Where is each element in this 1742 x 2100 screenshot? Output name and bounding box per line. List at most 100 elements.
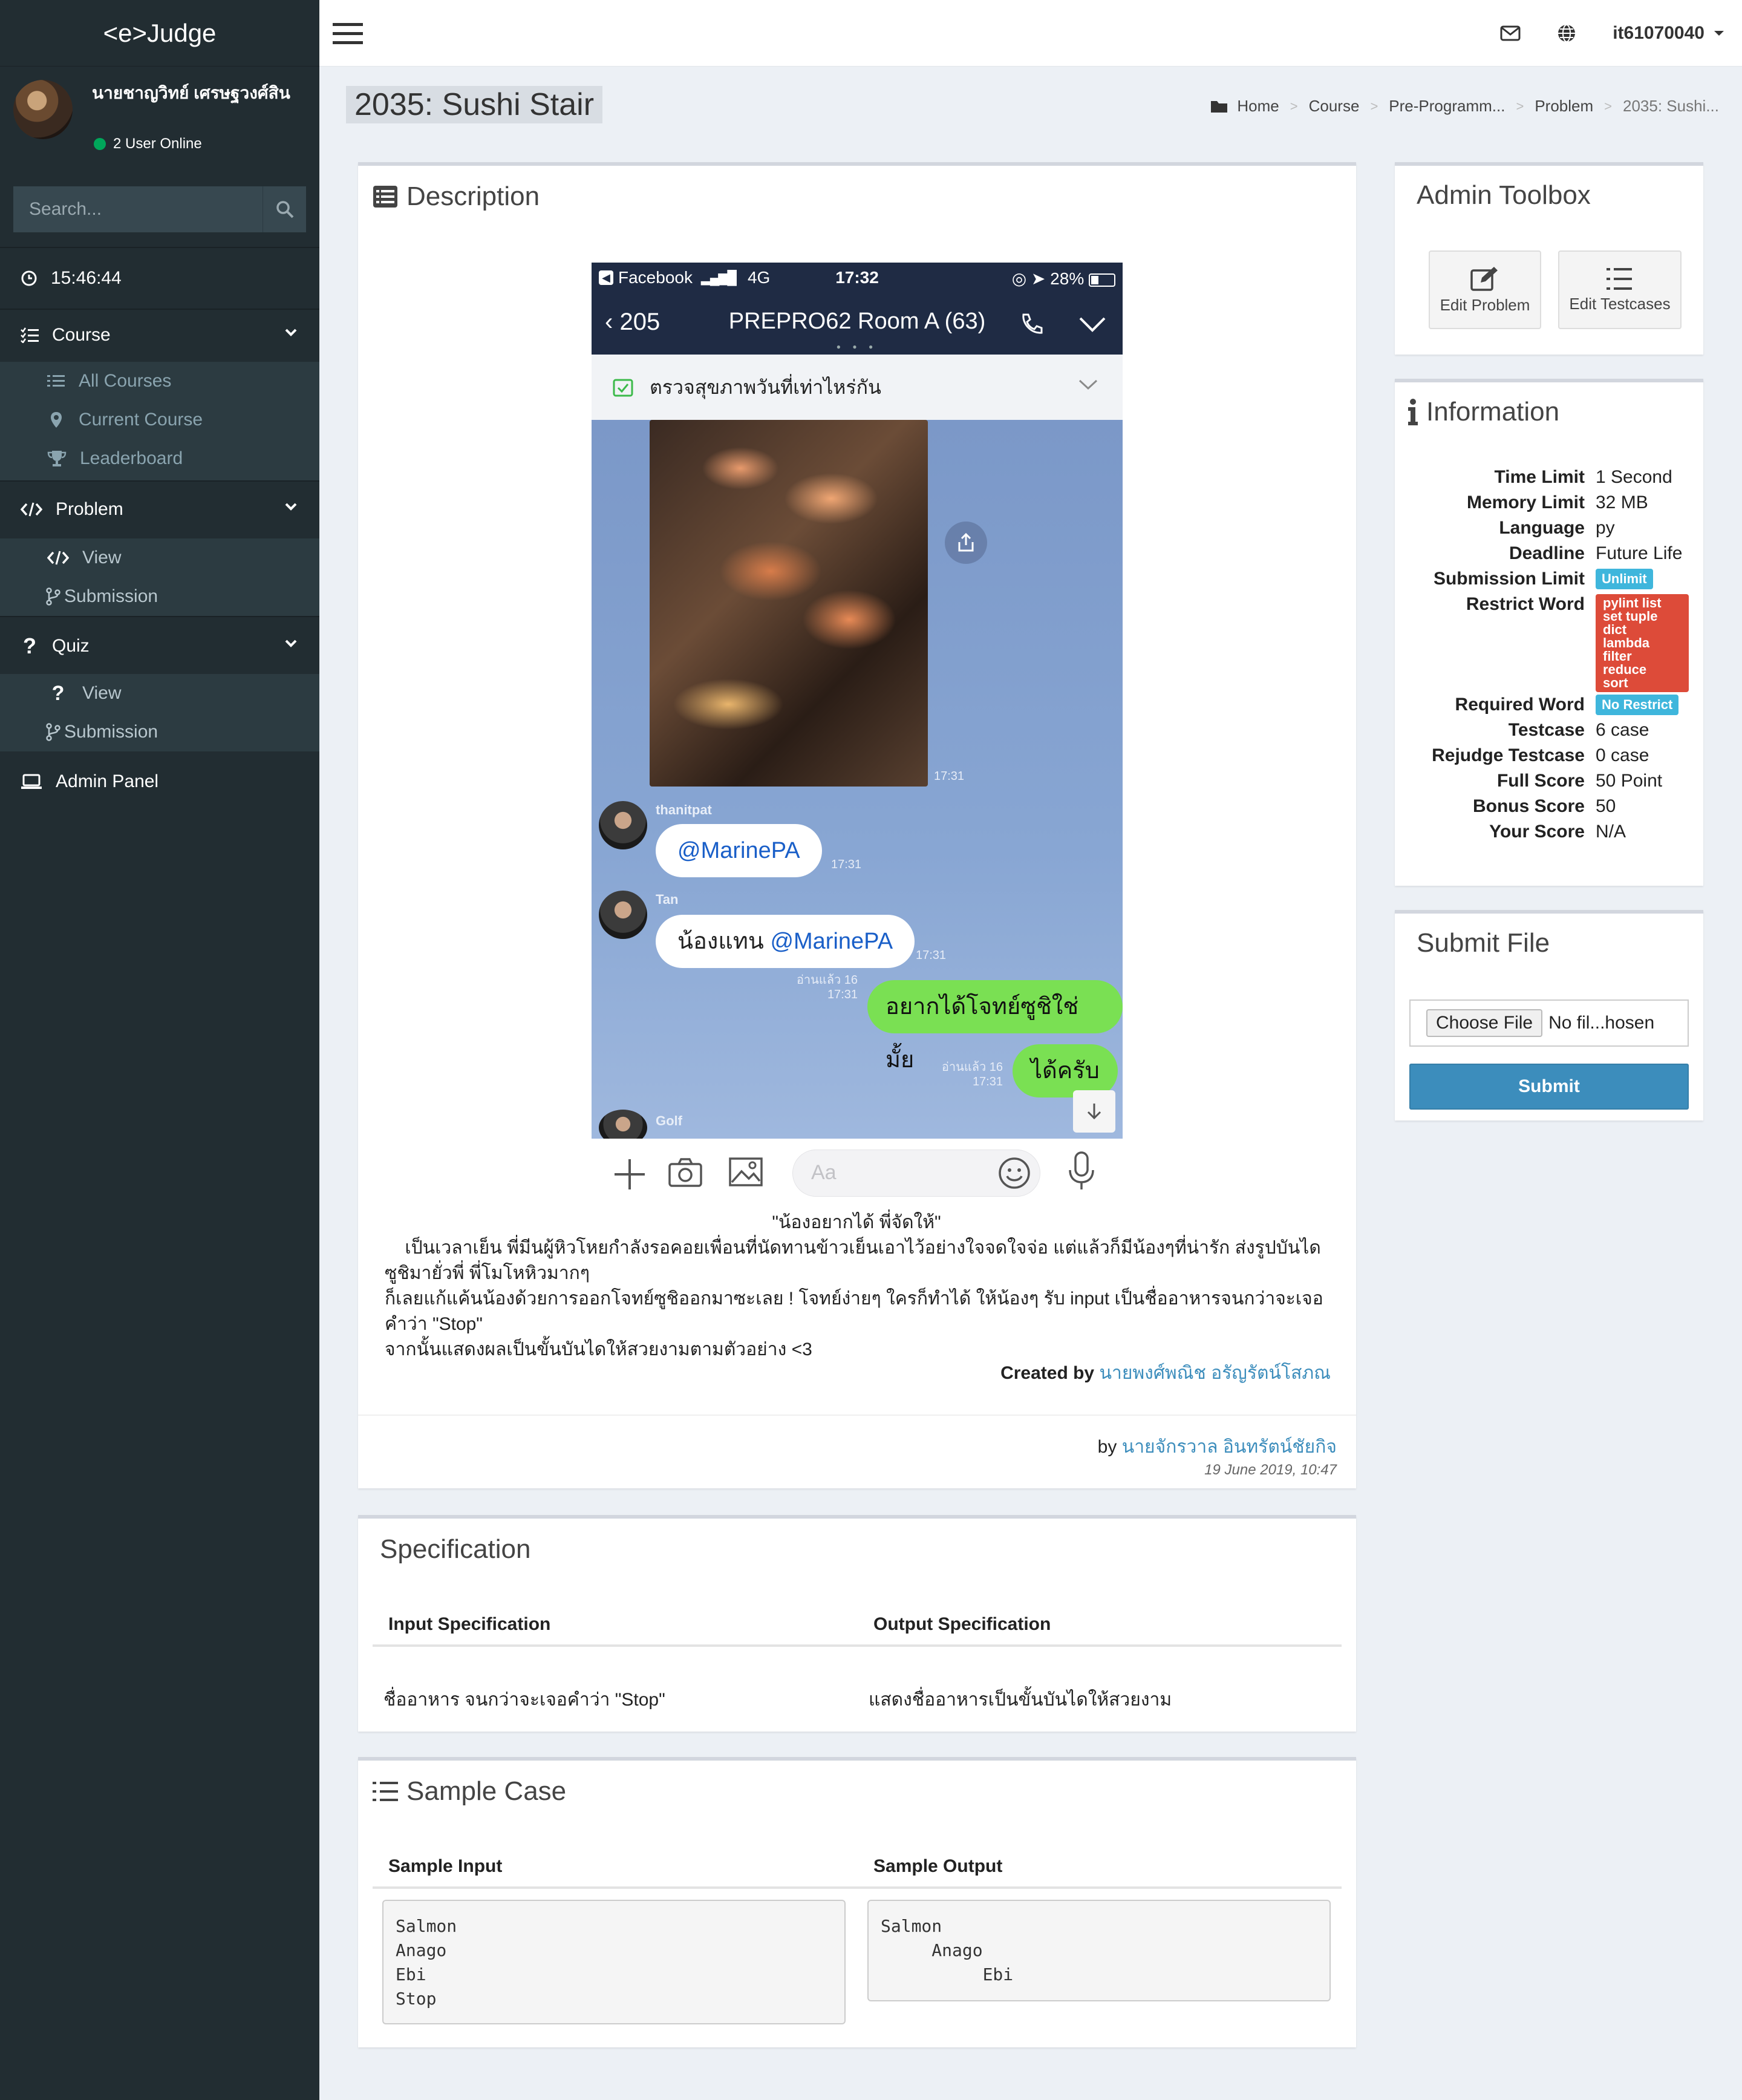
sidebar-item-quiz-view[interactable]: ? View — [0, 674, 319, 713]
course-submenu: All Courses Current Course Leaderboard — [0, 362, 319, 480]
sidebar-item-leaderboard[interactable]: Leaderboard — [0, 439, 319, 478]
info-row-testcase: Testcase 6 case — [1395, 720, 1703, 745]
statement-quote: "น้องอยากได้ พี่จัดให้" — [772, 1212, 941, 1232]
sidebar-item-label: Current Course — [79, 410, 203, 430]
description-box: Description ◀ Facebook ▂▄▆█ 4G 17:32 ◎ ➤… — [358, 162, 1356, 1488]
caret-down-icon — [1714, 31, 1724, 36]
breadcrumb-pre-programming[interactable]: Pre-Programm... — [1389, 97, 1505, 116]
chat-area: 17:31 thanitpat @MarinePA 17:31 Tan น้อง… — [592, 420, 1123, 1139]
breadcrumb: Home > Course > Pre-Programm... > Proble… — [1210, 97, 1719, 116]
specification-box: Specification Input Specification Output… — [358, 1515, 1356, 1732]
envelope-icon[interactable] — [1500, 25, 1521, 41]
sushi-photo — [650, 420, 928, 787]
choose-file-button[interactable]: Choose File — [1426, 1009, 1543, 1037]
info-row-your-score: Your Score N/A — [1395, 822, 1703, 847]
phone-status-right: ◎ ➤ 28% — [1012, 269, 1115, 289]
information-title: Information — [1426, 397, 1560, 427]
msg-time: 17:31 — [831, 858, 862, 871]
description-title: Description — [406, 182, 540, 211]
info-row-language: Language py — [1395, 518, 1703, 543]
username: it61070040 — [1613, 23, 1704, 43]
breadcrumb-home[interactable]: Home — [1237, 97, 1279, 116]
chat-text: น้องแทน — [677, 929, 771, 954]
output-spec-header: Output Specification — [873, 1614, 1051, 1634]
output-spec-text: แสดงชื่ออาหารเป็นขั้นบันไดให้สวยงาม — [869, 1690, 1172, 1710]
menu-course[interactable]: Course — [0, 311, 319, 359]
sample-case-title: Sample Case — [406, 1776, 567, 1806]
chat-sender: thanitpat — [656, 802, 712, 817]
sidebar: <e>Judge นายชาญวิทย์ เศรษฐวงศ์สิน 2 User… — [0, 0, 319, 2100]
info-row-required-word: Required Word No Restrict — [1395, 695, 1703, 720]
info-value: 32 MB — [1596, 492, 1648, 512]
chevron-down-icon — [285, 639, 297, 647]
sidebar-item-all-courses[interactable]: All Courses — [0, 362, 319, 401]
breadcrumb-current: 2035: Sushi... — [1623, 97, 1719, 115]
chat-notice: ตรวจสุขภาพวันที่เท่าไหร่กัน — [592, 355, 1123, 420]
clock-icon — [21, 270, 38, 287]
clock-time: 15:46:44 — [51, 268, 122, 288]
chat-bubble-out: อยากได้โจทย์ซูชิใช่มั้ย — [867, 980, 1123, 1073]
author-link[interactable]: นายจักรวาล อินทรัตน์ชัยกิจ — [1122, 1437, 1337, 1457]
breadcrumb-separator: > — [1370, 98, 1378, 114]
smiley-icon — [999, 1157, 1030, 1189]
info-key: Deadline — [1509, 543, 1585, 563]
edit-problem-button[interactable]: Edit Problem — [1429, 250, 1541, 329]
submit-file-title: Submit File — [1417, 928, 1550, 958]
description-header: Description — [373, 182, 540, 212]
sidebar-item-problem-view[interactable]: View — [0, 538, 319, 577]
sidebar-item-quiz-submission[interactable]: Submission — [0, 713, 319, 751]
search-input[interactable] — [13, 186, 263, 232]
info-value: py — [1596, 518, 1615, 538]
statement-paragraph: ก็เลยแก้แค้นน้องด้วยการออกโจทย์ซูชิออกมา… — [385, 1289, 1323, 1334]
post-date: 19 June 2019, 10:47 — [1204, 1462, 1337, 1478]
chat-mention: @MarinePA — [770, 929, 893, 954]
statement-paragraph: เป็นเวลาเย็น พี่มีนผู้หิวโหยกำลังรอคอยเพ… — [385, 1238, 1321, 1283]
search-button[interactable] — [263, 186, 306, 232]
table-divider — [373, 1886, 1342, 1889]
folder-icon — [1211, 100, 1228, 113]
breadcrumb-problem[interactable]: Problem — [1535, 97, 1593, 116]
sidebar-item-label: View — [82, 683, 122, 703]
menu-problem[interactable]: Problem — [0, 485, 319, 534]
creator-link[interactable]: นายพงศ์พณิช อรัญรัตน์โสภณ — [1099, 1363, 1331, 1383]
edit-icon — [1470, 266, 1498, 291]
info-row-bonus-score: Bonus Score 50 — [1395, 796, 1703, 822]
sidebar-item-current-course[interactable]: Current Course — [0, 401, 319, 439]
information-header: Information — [1407, 397, 1559, 427]
info-key: Submission Limit — [1433, 569, 1585, 589]
chat-message-input: Aa — [792, 1150, 1040, 1197]
quiz-submenu: ? View Submission — [0, 674, 319, 751]
file-input: Choose File No fil...hosen — [1409, 999, 1689, 1047]
msg-time: 17:31 — [827, 988, 858, 1001]
image-icon — [729, 1157, 763, 1186]
author-by-label: by — [1097, 1437, 1117, 1457]
hamburger-menu-icon[interactable] — [333, 22, 364, 46]
submit-button[interactable]: Submit — [1409, 1064, 1689, 1110]
lock-rotation-icon: ◎ — [1011, 269, 1027, 288]
user-menu[interactable]: it61070040 — [1613, 23, 1725, 44]
breadcrumb-course[interactable]: Course — [1309, 97, 1360, 116]
status-badge: Unlimit — [1596, 569, 1653, 589]
created-by: Created by นายพงศ์พณิช อรัญรัตน์โสภณ — [1000, 1359, 1331, 1387]
menu-admin-panel[interactable]: Admin Panel — [0, 757, 319, 806]
sample-input: Salmon Anago Ebi Stop — [382, 1900, 846, 2024]
brand-logo[interactable]: <e>Judge — [0, 0, 319, 67]
edit-testcases-button[interactable]: Edit Testcases — [1558, 250, 1682, 329]
topbar-right: it61070040 — [1500, 0, 1725, 67]
input-spec-text: ชื่ออาหาร จนกว่าจะเจอคำว่า "Stop" — [383, 1690, 665, 1710]
chat-input-bar: Aa — [592, 1139, 1123, 1205]
info-row-full-score: Full Score 50 Point — [1395, 771, 1703, 796]
chat-bubble: น้องแทน @MarinePA — [656, 915, 915, 968]
globe-icon[interactable] — [1557, 24, 1576, 43]
branch-icon — [46, 587, 60, 606]
plus-icon — [615, 1159, 645, 1189]
problem-image: ◀ Facebook ▂▄▆█ 4G 17:32 ◎ ➤ 28% ‹ 205 P… — [592, 263, 1123, 1139]
phone-call-icon — [1022, 313, 1043, 334]
chevron-down-icon — [285, 329, 297, 336]
calendar-check-icon — [613, 379, 633, 397]
sidebar-item-problem-submission[interactable]: Submission — [0, 577, 319, 616]
battery-icon — [1089, 273, 1115, 287]
menu-quiz[interactable]: ? Quiz — [0, 622, 319, 670]
info-row-memory-limit: Memory Limit 32 MB — [1395, 492, 1703, 518]
edit-problem-label: Edit Problem — [1440, 295, 1530, 314]
